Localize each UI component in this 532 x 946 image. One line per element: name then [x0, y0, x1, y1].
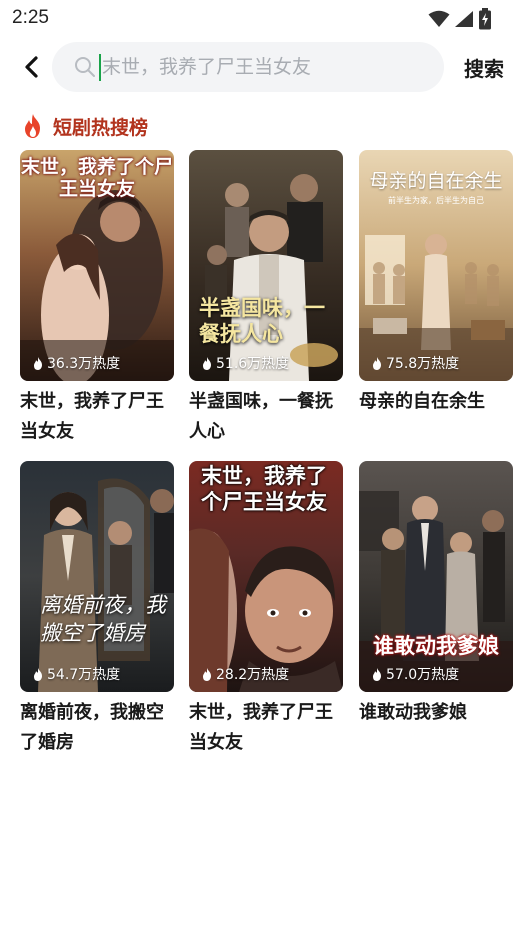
status-time: 2:25 [12, 7, 49, 28]
search-header: 搜索 [0, 40, 532, 96]
poster-title-text: 离婚前夜，我搬空了婚房 [40, 593, 166, 645]
heat-badge: 36.3万热度 [33, 353, 120, 373]
search-icon [75, 57, 95, 77]
flame-icon [34, 667, 42, 681]
section-header: 短剧热搜榜 [22, 111, 148, 141]
drama-card[interactable]: 末世，我养了个尸王当女友 28.2万热度 末世，我养了尸王当女友 [189, 461, 343, 758]
heat-badge: 51.6万热度 [202, 353, 289, 373]
heat-count: 57.0万热度 [386, 667, 460, 683]
drama-poster[interactable]: 母亲的自在余生 前半生为家，后半生为自己 75.8万热度 [359, 150, 513, 381]
heat-count: 54.7万热度 [47, 667, 121, 683]
heat-count: 36.3万热度 [47, 356, 121, 372]
status-bar: 2:25 [0, 0, 532, 36]
wifi-icon [428, 10, 450, 27]
drama-card[interactable]: 半盏国味，一餐抚人心 51.6万热度 半盏国味，一餐抚人心 [189, 150, 343, 447]
poster-title-text: 半盏国味，一餐抚人心 [199, 296, 325, 346]
poster-title-text: 末世，我养了个尸王当女友 [20, 156, 173, 200]
fire-icon [25, 114, 40, 138]
drama-title[interactable]: 谁敢动我爹娘 [359, 698, 509, 728]
search-box[interactable] [52, 42, 444, 92]
poster-title-text: 末世，我养了个尸王当女友 [201, 464, 327, 514]
heat-badge: 28.2万热度 [202, 664, 289, 684]
poster-subtitle-text: 前半生为家，后半生为自己 [388, 196, 484, 205]
drama-card[interactable]: 离婚前夜，我搬空了婚房 54.7万热度 离婚前夜，我搬空了婚房 [20, 461, 174, 758]
poster-art [20, 461, 174, 692]
drama-title[interactable]: 母亲的自在余生 [359, 387, 509, 417]
back-button[interactable] [18, 52, 46, 82]
text-cursor [99, 54, 101, 81]
search-button[interactable]: 搜索 [464, 53, 504, 82]
flame-icon [373, 667, 381, 681]
flame-icon [203, 356, 211, 370]
drama-poster[interactable]: 半盏国味，一餐抚人心 51.6万热度 [189, 150, 343, 381]
battery-icon [479, 8, 491, 30]
drama-title[interactable]: 半盏国味，一餐抚人心 [189, 387, 339, 447]
drama-title[interactable]: 离婚前夜，我搬空了婚房 [20, 698, 170, 758]
chevron-left-icon [25, 56, 38, 78]
section-title: 短剧热搜榜 [53, 116, 149, 139]
drama-card[interactable]: 末世，我养了个尸王当女友 36.3万热度 末世，我养了尸王当女友 [20, 150, 174, 447]
heat-badge: 54.7万热度 [33, 664, 120, 684]
flame-icon [203, 667, 211, 681]
heat-count: 75.8万热度 [386, 356, 460, 372]
drama-card[interactable]: 谁敢动我爹娘 57.0万热度 谁敢动我爹娘 [359, 461, 513, 728]
cellular-signal-icon [455, 11, 473, 27]
drama-card[interactable]: 母亲的自在余生 前半生为家，后半生为自己 75.8万热度 母亲的自在余生 [359, 150, 513, 417]
drama-poster[interactable]: 末世，我养了个尸王当女友 28.2万热度 [189, 461, 343, 692]
flame-icon [373, 356, 381, 370]
heat-badge: 75.8万热度 [372, 353, 459, 373]
search-input[interactable] [102, 42, 422, 92]
heat-count: 28.2万热度 [216, 667, 290, 683]
poster-title-text: 母亲的自在余生 [369, 170, 503, 192]
poster-title-text: 谁敢动我爹娘 [373, 634, 499, 658]
heat-badge: 57.0万热度 [372, 664, 459, 684]
drama-poster[interactable]: 离婚前夜，我搬空了婚房 54.7万热度 [20, 461, 174, 692]
heat-count: 51.6万热度 [216, 356, 290, 372]
drama-poster[interactable]: 末世，我养了个尸王当女友 36.3万热度 [20, 150, 174, 381]
drama-poster[interactable]: 谁敢动我爹娘 57.0万热度 [359, 461, 513, 692]
system-icons [428, 8, 492, 30]
drama-title[interactable]: 末世，我养了尸王当女友 [189, 698, 339, 758]
flame-icon [34, 356, 42, 370]
drama-title[interactable]: 末世，我养了尸王当女友 [20, 387, 170, 447]
